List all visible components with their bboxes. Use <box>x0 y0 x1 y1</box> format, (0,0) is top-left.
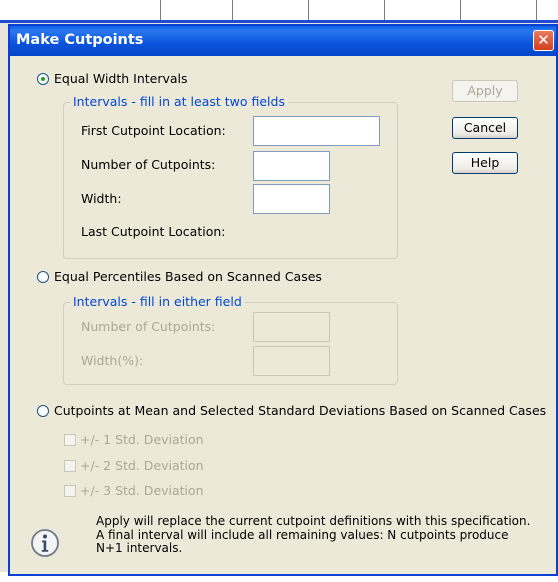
sd3-checkbox-row[interactable]: +/- 3 Std. Deviation <box>64 483 204 498</box>
mean-sd-label: Cutpoints at Mean and Selected Standard … <box>54 403 547 418</box>
sd2-checkbox[interactable] <box>64 459 76 472</box>
width-input[interactable] <box>253 184 330 214</box>
grid-line <box>384 0 385 22</box>
percentile-num-cutpoints-input[interactable] <box>253 312 330 342</box>
equal-width-radio-row[interactable]: Equal Width Intervals <box>37 71 188 86</box>
sd2-checkbox-row[interactable]: +/- 2 Std. Deviation <box>64 458 204 473</box>
grid-line <box>308 0 309 22</box>
percentile-width-label: Width(%): <box>81 353 144 368</box>
equal-width-label: Equal Width Intervals <box>54 71 188 86</box>
sd1-checkbox-row[interactable]: +/- 1 Std. Deviation <box>64 432 204 447</box>
dialog-title: Make Cutpoints <box>16 32 144 48</box>
grid-line <box>460 0 461 22</box>
close-button[interactable]: ✕ <box>533 30 554 51</box>
equal-percentiles-radio-row[interactable]: Equal Percentiles Based on Scanned Cases <box>37 269 322 284</box>
close-icon: ✕ <box>537 31 550 49</box>
grid-line <box>232 0 233 22</box>
sd3-checkbox[interactable] <box>64 484 76 497</box>
cancel-button[interactable]: Cancel <box>452 117 518 139</box>
sd2-label: +/- 2 Std. Deviation <box>80 458 204 473</box>
sd1-label: +/- 1 Std. Deviation <box>80 432 204 447</box>
equal-percentiles-group-label: Intervals - fill in either field <box>70 294 245 309</box>
mean-sd-radio[interactable] <box>37 404 49 417</box>
percentile-num-cutpoints-label: Number of Cutpoints: <box>81 319 216 334</box>
num-cutpoints-input[interactable] <box>253 151 330 181</box>
mean-sd-radio-row[interactable]: Cutpoints at Mean and Selected Standard … <box>37 403 546 418</box>
equal-percentiles-label: Equal Percentiles Based on Scanned Cases <box>54 269 322 284</box>
background-grid <box>0 0 558 22</box>
num-cutpoints-label: Number of Cutpoints: <box>81 157 216 172</box>
equal-percentiles-group: Intervals - fill in either field <box>63 294 398 385</box>
background-selection-line <box>0 20 558 23</box>
width-label: Width: <box>81 191 122 206</box>
equal-percentiles-radio[interactable] <box>37 270 49 283</box>
title-bar[interactable]: Make Cutpoints ✕ <box>10 26 556 56</box>
first-cutpoint-label: First Cutpoint Location: <box>81 123 226 138</box>
grid-line <box>160 0 161 22</box>
last-cutpoint-label: Last Cutpoint Location: <box>81 224 226 239</box>
info-icon <box>31 529 59 557</box>
equal-width-radio[interactable] <box>37 72 49 85</box>
make-cutpoints-dialog: Make Cutpoints ✕ Equal Width Intervals I… <box>8 24 558 576</box>
info-message: Apply will replace the current cutpoint … <box>96 514 531 555</box>
percentile-width-input[interactable] <box>253 346 330 376</box>
first-cutpoint-input[interactable] <box>253 116 380 146</box>
equal-width-group-label: Intervals - fill in at least two fields <box>70 94 288 109</box>
grid-line <box>536 0 537 22</box>
apply-button[interactable]: Apply <box>452 80 518 102</box>
sd1-checkbox[interactable] <box>64 433 76 446</box>
help-button[interactable]: Help <box>452 152 518 174</box>
sd3-label: +/- 3 Std. Deviation <box>80 483 204 498</box>
